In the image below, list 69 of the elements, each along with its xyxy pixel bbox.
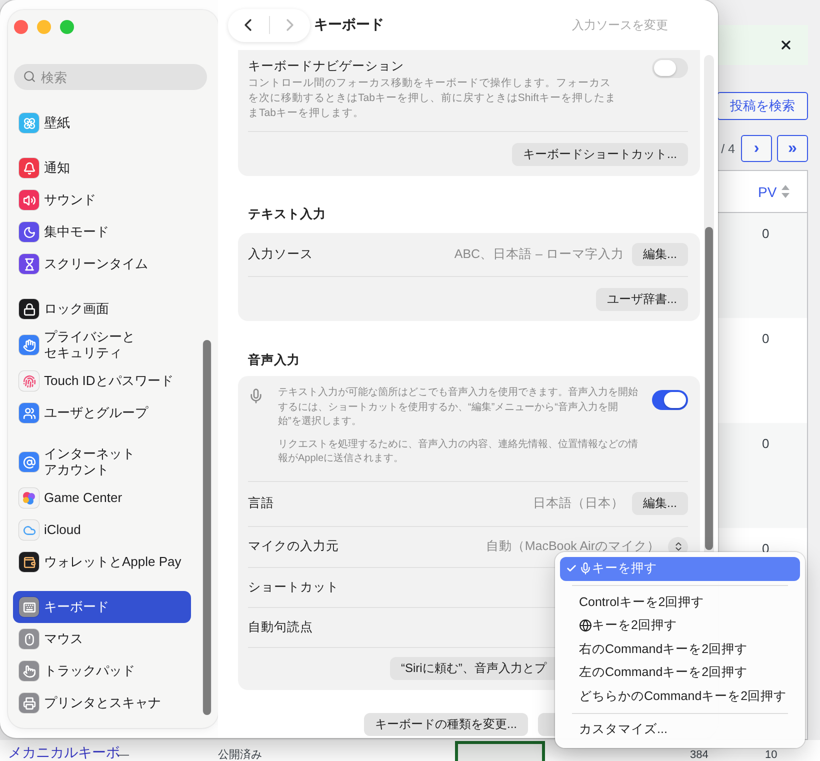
- edit-button[interactable]: 編集...: [632, 243, 688, 266]
- toggle-switch[interactable]: [652, 390, 688, 410]
- setting-description: テキスト入力が可能な箇所はどこでも音声入力を使用できます。音声入力を開始するには、ショートカットを使用するか、“編集”メニューから“音声入力を開始”を選択します。: [278, 386, 639, 429]
- setting-title: キーボードナビゲーション: [248, 58, 405, 74]
- sidebar-item[interactable]: ユーザとグループ: [13, 397, 191, 429]
- sidebar-item[interactable]: Game Center: [13, 482, 191, 514]
- check-icon: [566, 563, 577, 574]
- menu-item[interactable]: キーを押す: [560, 557, 800, 580]
- faded-label: 入力ソースを変更: [572, 16, 668, 34]
- setting-label: マイクの入力元: [248, 538, 339, 555]
- sidebar-item[interactable]: プリンタとスキャナ: [13, 687, 191, 719]
- sidebar-item[interactable]: 集中モード: [13, 216, 191, 248]
- zoom-window-icon[interactable]: [60, 20, 74, 34]
- sidebar-item[interactable]: ロック画面: [13, 293, 191, 325]
- table-cell-text: 384: [690, 749, 710, 761]
- sidebar-item[interactable]: Touch IDとパスワード: [13, 365, 191, 397]
- last-page-button[interactable]: »: [777, 135, 808, 162]
- sidebar-item[interactable]: キーボード: [13, 591, 191, 623]
- sidebar-item[interactable]: インターネットアカウント: [13, 442, 191, 482]
- sidebar-item[interactable]: トラックパッド: [13, 655, 191, 687]
- setting-label: ショートカット: [248, 578, 339, 596]
- setting-label: 自動句読点: [248, 618, 313, 636]
- close-icon: [779, 38, 793, 52]
- section-heading: 音声入力: [247, 352, 301, 369]
- close-window-icon[interactable]: [14, 20, 28, 34]
- sidebar-item[interactable]: マウス: [13, 623, 191, 655]
- sidebar-item[interactable]: 通知: [13, 152, 191, 184]
- table-cell-text: 公開済み: [218, 749, 263, 761]
- search-posts-button[interactable]: 投稿を検索: [717, 92, 808, 120]
- settings-button[interactable]: キーボードショートカット...: [512, 142, 688, 166]
- search-icon: [23, 70, 36, 83]
- sidebar-item[interactable]: ウォレットとApple Pay: [13, 546, 191, 578]
- sort-icon[interactable]: [780, 184, 790, 199]
- settings-button[interactable]: ユーザ辞書...: [596, 288, 688, 310]
- sidebar-scrollbar[interactable]: [202, 340, 212, 715]
- post-title-link[interactable]: メカニカルキーボ: [8, 743, 118, 761]
- sidebar-item[interactable]: スクリーンタイム: [13, 248, 191, 280]
- next-page-button[interactable]: ›: [741, 135, 772, 162]
- setting-description: コントロール間のフォーカス移動をキーボードで操作します。フォーカスを次に移動するときはTabキーを押し、前に戻すときはShiftキーを押したままTabキーを押します。: [248, 76, 617, 121]
- setting-label: 言語: [248, 495, 274, 512]
- edit-button[interactable]: 編集...: [632, 492, 688, 515]
- menu-item[interactable]: カスタマイズ...: [560, 718, 800, 742]
- toggle-switch[interactable]: [652, 58, 688, 78]
- menu-item[interactable]: キーを2回押す: [560, 614, 800, 638]
- sidebar-item[interactable]: プライバシーとセキュリティ: [13, 325, 191, 365]
- microphone-icon: [579, 562, 592, 576]
- menu-item[interactable]: Controlキーを2回押す: [560, 590, 800, 614]
- sidebar-item[interactable]: サウンド: [13, 184, 191, 216]
- setting-description: リクエストを処理するために、音声入力の内容、連絡先情報、位置情報などの情報がAppleに送信されます。: [278, 438, 639, 466]
- microphone-icon: [248, 388, 264, 404]
- search-field[interactable]: 検索: [14, 64, 207, 90]
- globe-icon: [579, 619, 592, 632]
- sidebar-item[interactable]: 壁紙: [13, 107, 191, 139]
- section-heading: テキスト入力: [247, 206, 327, 223]
- settings-button[interactable]: キーボードの種類を変更...: [364, 712, 528, 736]
- menu-item[interactable]: どちらかのCommandキーを2回押す: [560, 684, 800, 708]
- column-header[interactable]: PV: [758, 184, 777, 200]
- setting-value: 日本語（日本）: [532, 495, 624, 512]
- table-cell-text: 10: [765, 749, 778, 761]
- page-count: / 4: [721, 142, 735, 156]
- table-cell: 0: [762, 226, 770, 241]
- table-cell: 0: [762, 331, 770, 346]
- minimize-window-icon[interactable]: [37, 20, 51, 34]
- table-cell: 0: [762, 436, 770, 451]
- setting-label: 入力ソース: [248, 246, 313, 263]
- window-title: キーボード: [314, 16, 384, 34]
- setting-value: ABC、日本語 – ローマ字入力: [454, 246, 624, 263]
- sidebar-item[interactable]: iCloud: [13, 514, 191, 546]
- table-cell-text: —: [118, 749, 130, 761]
